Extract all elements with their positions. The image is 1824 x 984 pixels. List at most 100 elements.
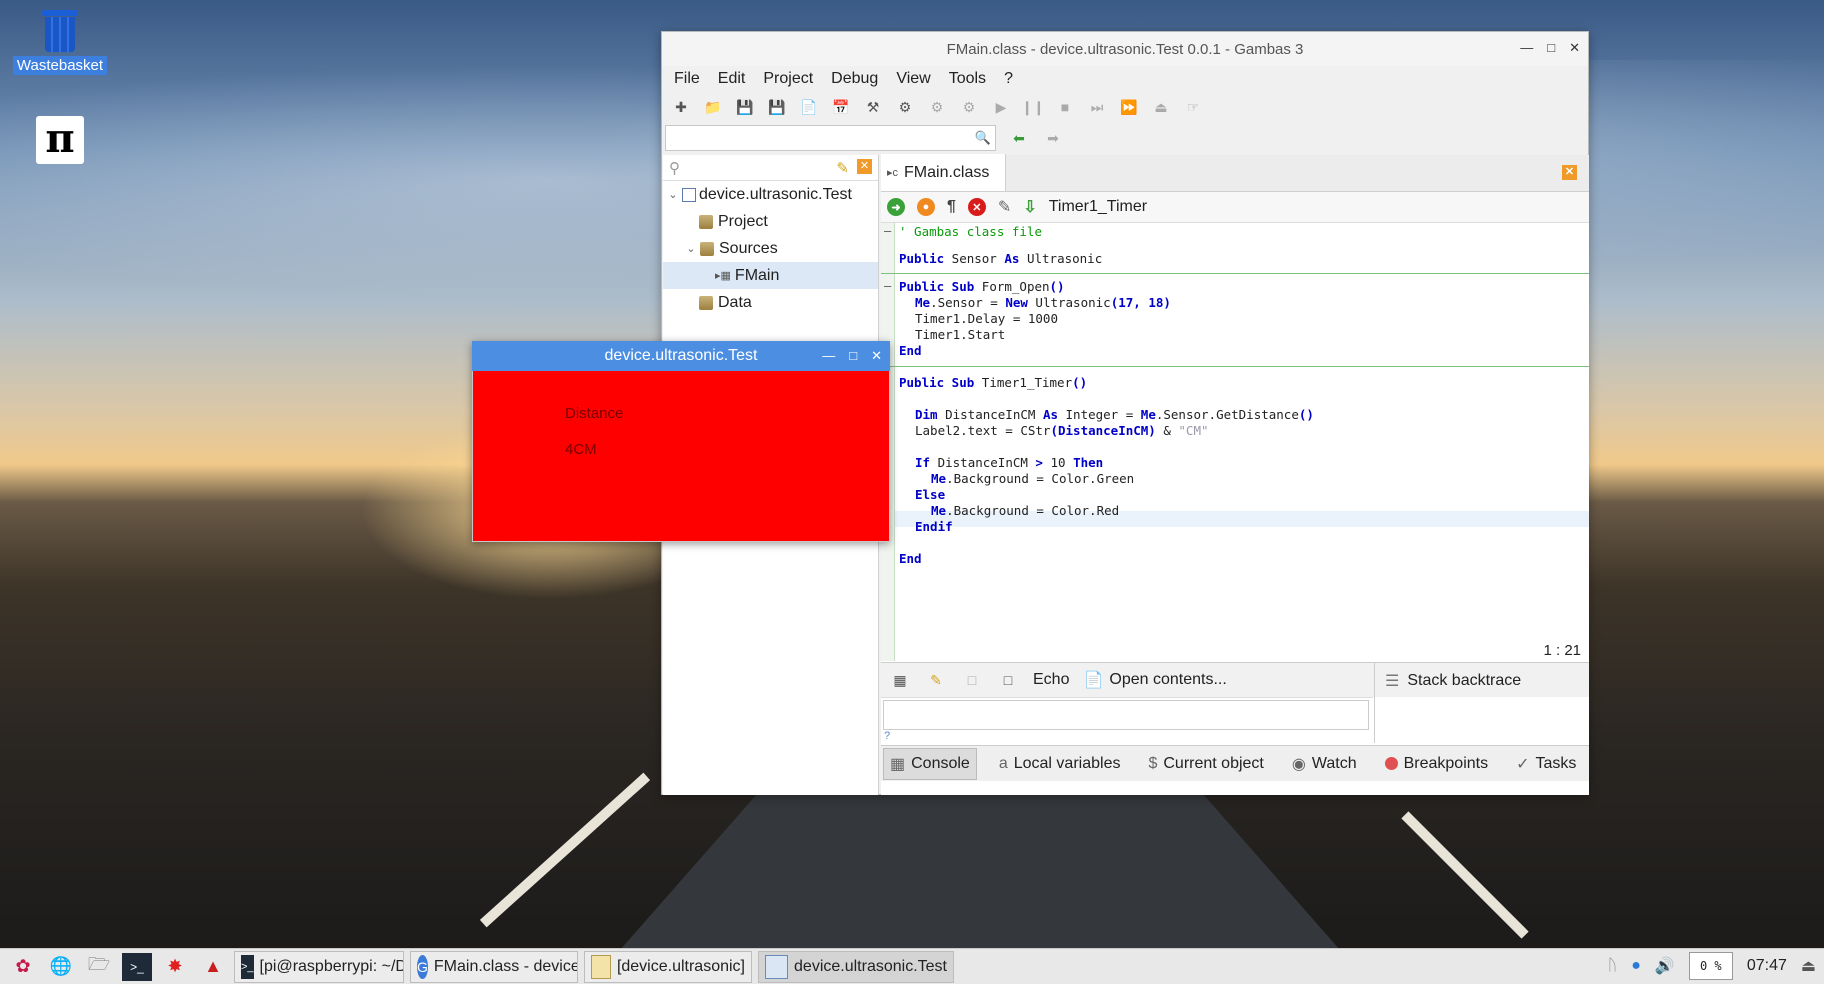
tree-item-root[interactable]: ⌄ device.ultrasonic.Test	[663, 181, 878, 208]
task-terminal[interactable]: >_ [pi@raspberrypi: ~/D...	[234, 950, 404, 983]
code-editor[interactable]: — ' Gambas class file Public Sensor As U…	[881, 223, 1589, 661]
tree-item-data[interactable]: Data	[663, 289, 878, 316]
wolfram-icon[interactable]: ▲	[198, 953, 228, 981]
stack-backtrace-list[interactable]	[1374, 697, 1589, 743]
filter-search-icon[interactable]: ⚲	[669, 159, 680, 177]
class-file-icon: ▸c	[887, 167, 899, 179]
clear-console-icon[interactable]: ✎	[925, 670, 947, 690]
close-filter-icon[interactable]: ✕	[857, 158, 872, 174]
minimize-icon[interactable]: —	[1520, 40, 1533, 56]
desktop-icon-gpio[interactable]: π	[32, 116, 88, 164]
tab-fmain-class[interactable]: ▸c FMain.class	[881, 154, 1007, 191]
tab-console[interactable]: ▦ Console	[883, 747, 977, 780]
maximize-icon[interactable]: □	[1547, 40, 1555, 56]
folder-icon	[699, 295, 713, 310]
raspberry-menu-icon[interactable]: ✿	[8, 953, 38, 981]
terminal-icon: >_	[241, 954, 254, 979]
copy-icon[interactable]: □	[961, 670, 983, 690]
task-gambas[interactable]: G FMain.class - device....	[410, 950, 578, 983]
close-tab-icon[interactable]: ✕	[1562, 165, 1577, 180]
compile-icon[interactable]: ⚙	[926, 97, 948, 117]
task-form[interactable]: device.ultrasonic.Test	[758, 950, 954, 983]
maximize-icon[interactable]: □	[849, 348, 857, 364]
tab-current-object[interactable]: $ Current object	[1142, 748, 1269, 780]
download-arrow-icon[interactable]: ⇩	[1023, 197, 1036, 217]
code-line: Me.Background = Color.Green	[931, 471, 1135, 486]
tree-item-sources[interactable]: ⌄ Sources	[663, 235, 878, 262]
calendar-icon[interactable]: 📅	[830, 97, 852, 117]
pilcrow-icon[interactable]: ¶	[947, 198, 956, 216]
step-icon[interactable]: ⏭	[1086, 97, 1108, 117]
fold-marker[interactable]: —	[884, 279, 891, 293]
console-output[interactable]: ?	[881, 697, 1373, 743]
step-over-icon[interactable]: ⏩	[1118, 97, 1140, 117]
compile-all-icon[interactable]: ⚙	[958, 97, 980, 117]
search-input[interactable]: 🔍	[665, 125, 996, 151]
forward-icon[interactable]: ➡	[1042, 128, 1064, 148]
paste-icon[interactable]: □	[997, 670, 1019, 690]
desktop-icon-wastebasket[interactable]: Wastebasket	[10, 10, 110, 75]
procedure-selector[interactable]: Timer1_Timer	[1049, 198, 1147, 216]
stop-icon[interactable]: ■	[1054, 97, 1076, 117]
back-icon[interactable]: ⬅	[1008, 128, 1030, 148]
volume-icon[interactable]: 🔊	[1655, 956, 1675, 976]
wifi-icon[interactable]: ●	[1631, 957, 1641, 975]
minimize-icon[interactable]: —	[822, 348, 835, 364]
new-file-icon[interactable]: ✚	[670, 97, 692, 117]
tree-label: FMain	[734, 266, 780, 284]
echo-button[interactable]: Echo	[1033, 671, 1069, 689]
console-input[interactable]	[883, 700, 1369, 730]
run-icon[interactable]: ▶	[990, 97, 1012, 117]
console-icon[interactable]: ▦	[889, 670, 911, 690]
code-line: Else	[915, 487, 946, 502]
form-titlebar[interactable]: device.ultrasonic.Test — □ ✕	[472, 341, 890, 371]
menu-help[interactable]: ?	[1004, 70, 1013, 88]
system-tray: ᚢ ● 🔊 0 % 07:47 ⏏	[1608, 952, 1816, 980]
file-manager-icon[interactable]: 🗁	[84, 953, 114, 981]
breakpoint-icon	[1384, 757, 1398, 770]
tab-breakpoints[interactable]: Breakpoints	[1379, 748, 1495, 780]
mathematica-icon[interactable]: ✸	[160, 953, 190, 981]
close-icon[interactable]: ✕	[1569, 40, 1580, 56]
task-folder[interactable]: [device.ultrasonic]	[584, 950, 752, 983]
bluetooth-icon[interactable]: ᚢ	[1608, 957, 1618, 975]
menu-debug[interactable]: Debug	[831, 70, 878, 88]
ide-titlebar[interactable]: FMain.class - device.ultrasonic.Test 0.0…	[662, 32, 1588, 66]
error-icon[interactable]: ✕	[967, 198, 986, 216]
document-icon: 📄	[1083, 672, 1104, 689]
bookmark-icon[interactable]: ●	[917, 198, 935, 216]
open-contents-button[interactable]: 📄 Open contents...	[1083, 670, 1226, 690]
eject-icon[interactable]: ⏏	[1801, 956, 1816, 976]
chevron-down-icon[interactable]: ⌄	[685, 242, 697, 255]
brush-icon[interactable]: ✎	[998, 197, 1011, 217]
pause-icon[interactable]: ❙❙	[1021, 97, 1044, 117]
go-icon[interactable]: ➜	[887, 198, 905, 216]
tab-tasks[interactable]: ✓ Tasks	[1510, 748, 1582, 780]
tools-icon[interactable]: ⚒	[862, 97, 884, 117]
search-icon[interactable]: 🔍	[975, 130, 991, 146]
tab-local-variables[interactable]: a Local variables	[993, 748, 1127, 780]
open-project-icon[interactable]: 📁	[702, 97, 724, 117]
cpu-monitor[interactable]: 0 %	[1688, 952, 1733, 980]
tree-item-project[interactable]: Project	[663, 208, 878, 235]
close-icon[interactable]: ✕	[871, 348, 882, 364]
menu-project[interactable]: Project	[763, 70, 813, 88]
save-all-icon[interactable]: 💾	[766, 97, 788, 117]
properties-icon[interactable]: 📄	[798, 97, 820, 117]
eject-icon[interactable]: ⏏	[1150, 97, 1172, 117]
tab-watch[interactable]: ◉ Watch	[1286, 748, 1363, 780]
chevron-down-icon[interactable]: ⌄	[667, 188, 679, 201]
menu-view[interactable]: View	[896, 70, 930, 88]
pointer-icon[interactable]: ☞	[1182, 97, 1204, 117]
menu-tools[interactable]: Tools	[949, 70, 986, 88]
fold-marker[interactable]: —	[884, 224, 891, 238]
save-icon[interactable]: 💾	[734, 97, 756, 117]
clear-icon[interactable]: ✎	[836, 159, 849, 177]
tree-item-fmain[interactable]: ▸▦ FMain	[663, 262, 878, 289]
clock[interactable]: 07:47	[1747, 957, 1787, 975]
settings-icon[interactable]: ⚙	[894, 97, 916, 117]
menu-edit[interactable]: Edit	[718, 70, 746, 88]
web-browser-icon[interactable]: 🌐	[46, 953, 76, 981]
terminal-launcher-icon[interactable]: >_	[122, 952, 152, 981]
menu-file[interactable]: File	[674, 70, 700, 88]
